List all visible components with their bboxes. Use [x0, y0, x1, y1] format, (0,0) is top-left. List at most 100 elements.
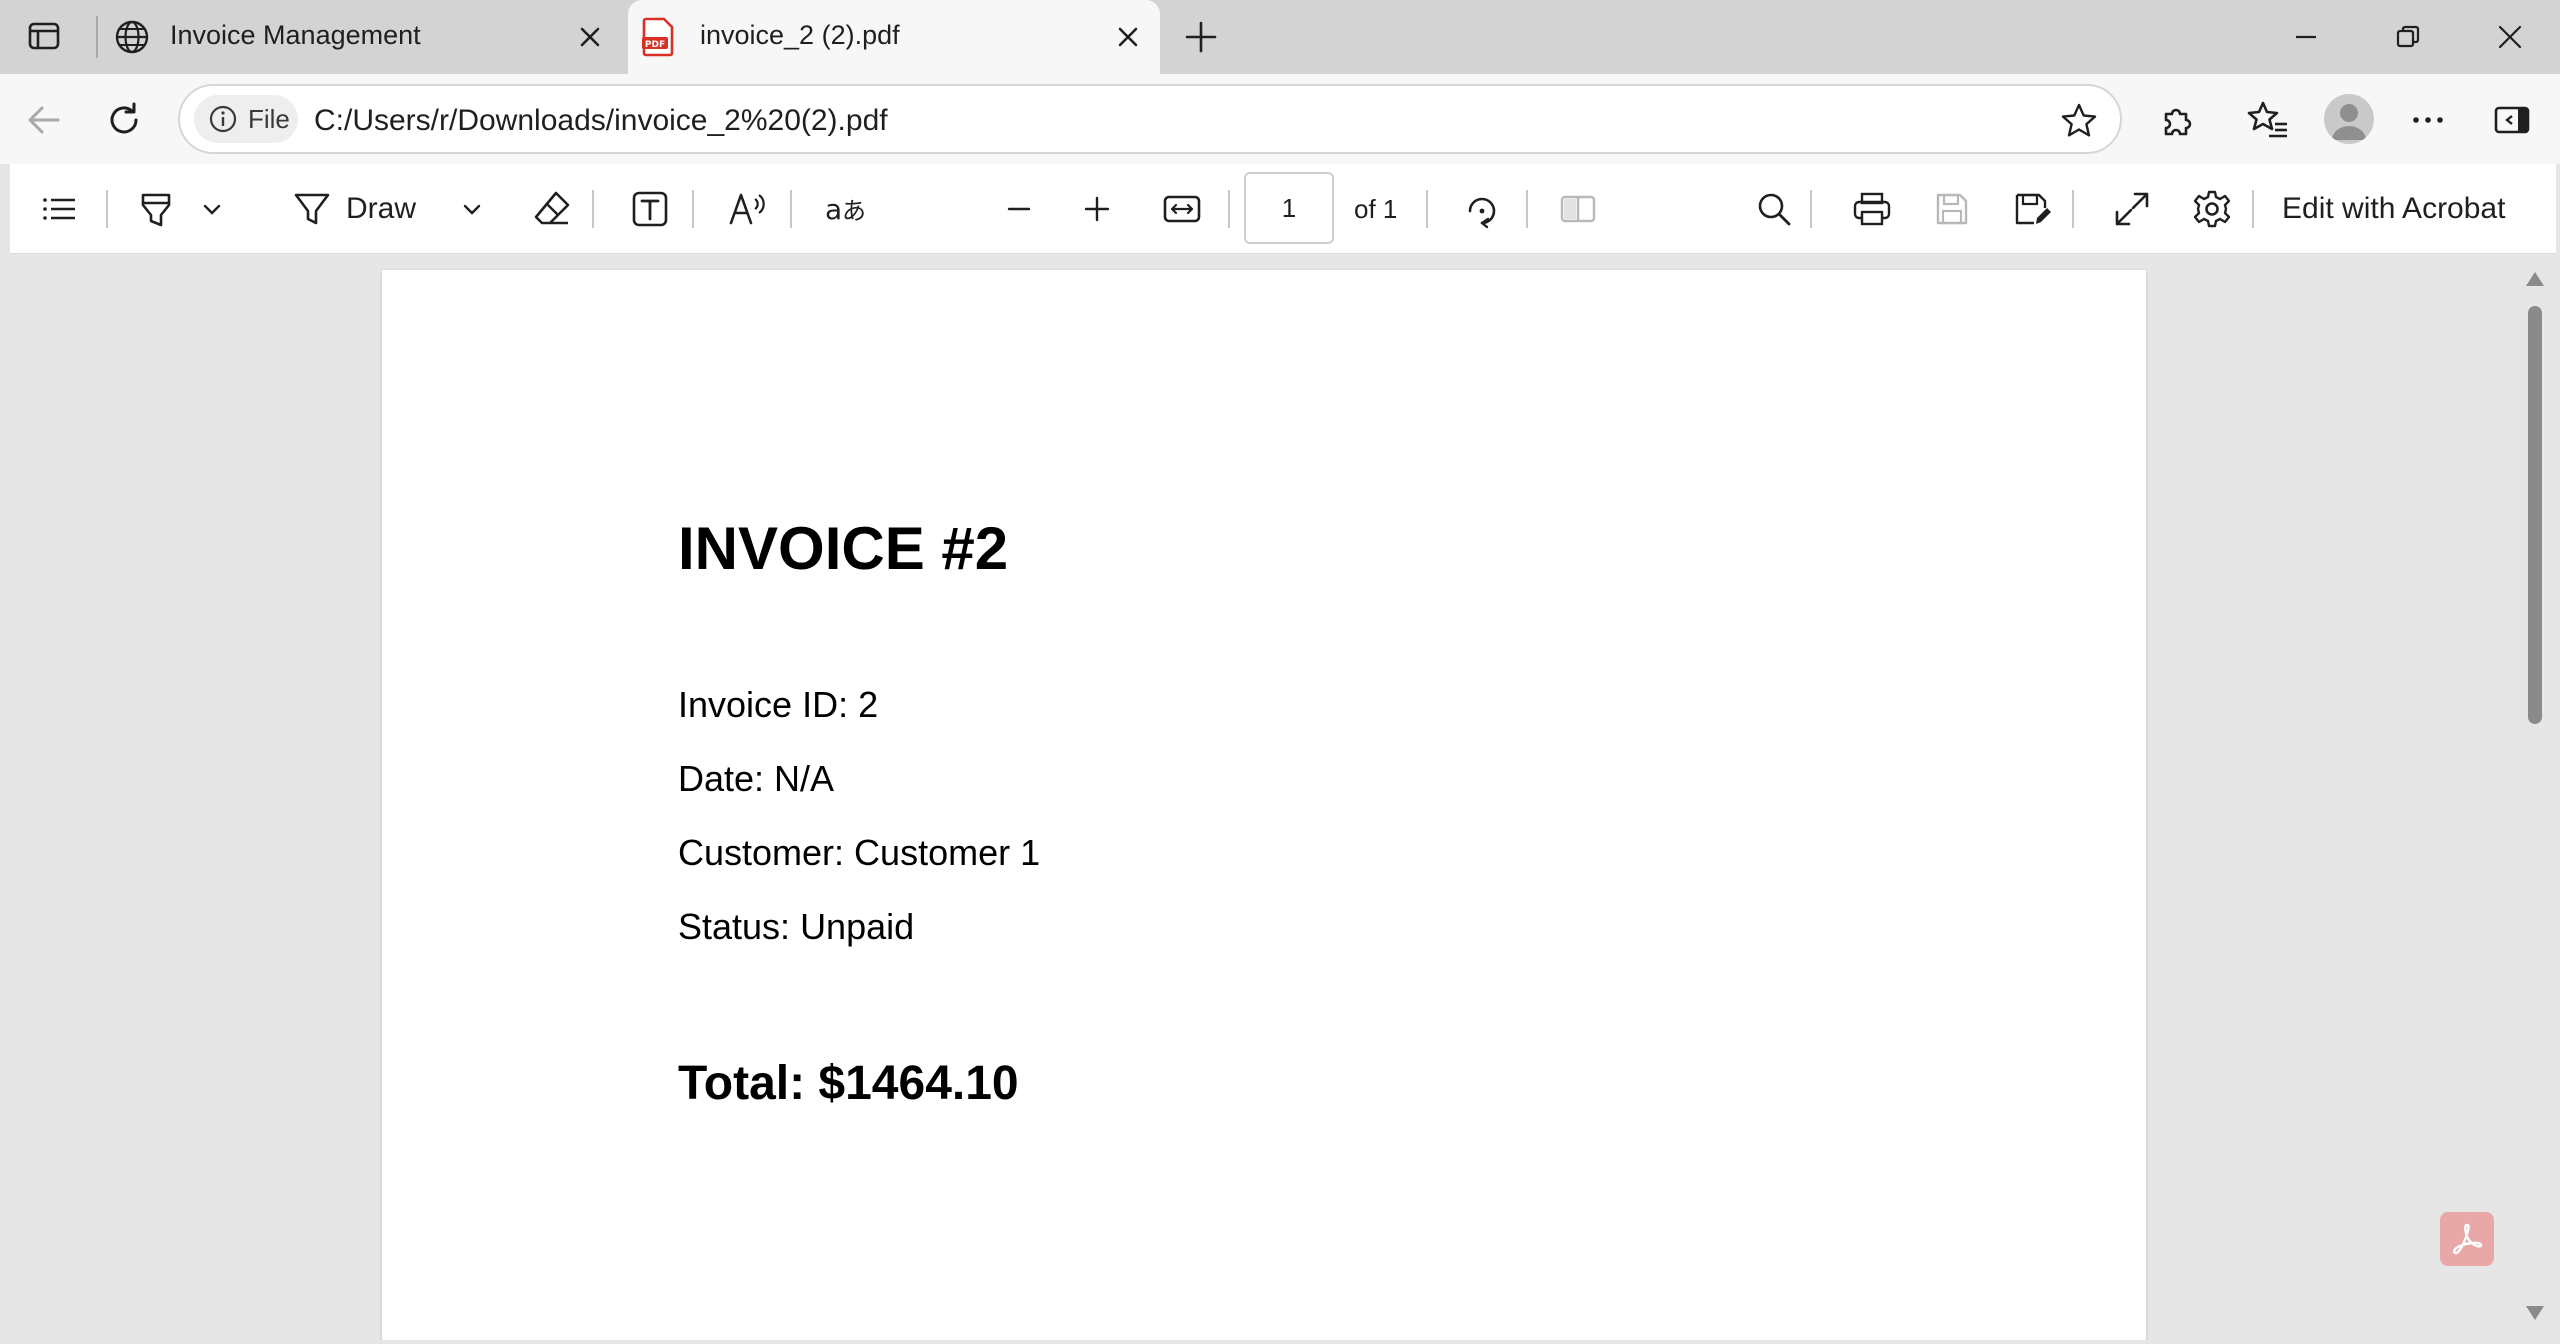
edit-with-acrobat-button[interactable]: Edit with Acrobat: [2282, 184, 2542, 234]
draw-button[interactable]: Draw: [346, 184, 432, 234]
add-text-button[interactable]: [620, 184, 680, 234]
new-tab-button[interactable]: [1178, 14, 1224, 60]
close-icon: [2498, 25, 2522, 49]
navigation-bar: File C:/Users/r/Downloads/invoice_2%20(2…: [0, 74, 2560, 164]
tab-strip: Invoice Management PDF invoice_2 (2).pdf: [0, 0, 2560, 74]
pen-icon: [294, 193, 330, 225]
translate-button[interactable]: aあ: [816, 184, 876, 234]
gear-icon: [2193, 190, 2231, 228]
svg-text:PDF: PDF: [645, 40, 665, 50]
toolbar-separator: [106, 190, 108, 228]
scroll-up-arrow-icon[interactable]: [2526, 272, 2544, 286]
sidebar-icon: [2494, 106, 2530, 134]
url-text[interactable]: C:/Users/r/Downloads/invoice_2%20(2).pdf: [314, 104, 888, 138]
toolbar-separator: [592, 190, 594, 228]
zoom-in-button[interactable]: [1072, 184, 1122, 234]
close-icon[interactable]: [1108, 17, 1148, 57]
settings-button[interactable]: [2184, 184, 2240, 234]
edit-with-acrobat-label: Edit with Acrobat: [2282, 192, 2506, 225]
close-icon[interactable]: [570, 17, 610, 57]
eraser-icon: [534, 191, 570, 225]
highlight-options-button[interactable]: [194, 184, 230, 234]
more-menu-button[interactable]: [2402, 94, 2454, 146]
highlighter-icon: [141, 193, 171, 227]
vertical-scrollbar[interactable]: [2512, 254, 2556, 1340]
toolbar-separator: [1426, 190, 1428, 228]
toolbar-separator: [790, 190, 792, 228]
sidebar-panel-icon: [28, 22, 60, 50]
minus-icon: [1007, 207, 1031, 211]
site-info-button[interactable]: File: [194, 95, 298, 143]
tab-invoice-management[interactable]: Invoice Management: [102, 0, 622, 74]
ellipsis-icon: [2413, 117, 2443, 123]
save-icon: [1936, 193, 1968, 225]
back-button[interactable]: [18, 94, 70, 146]
two-page-icon: [1560, 195, 1596, 223]
person-icon: [2332, 104, 2366, 140]
save-button[interactable]: [1924, 184, 1980, 234]
toolbar-separator: [2072, 190, 2074, 228]
tab-invoice-pdf[interactable]: PDF invoice_2 (2).pdf: [628, 0, 1160, 74]
read-aloud-button[interactable]: [718, 184, 778, 234]
print-button[interactable]: [1844, 184, 1900, 234]
puzzle-icon: [2164, 108, 2192, 136]
rotate-icon: [1468, 197, 1496, 229]
invoice-total: Total: $1464.10: [678, 1057, 1019, 1110]
favorites-button[interactable]: [2242, 94, 2294, 146]
pdf-page: INVOICE #2 Invoice ID: 2 Date: N/A Custo…: [382, 270, 2146, 1340]
refresh-icon: [110, 102, 138, 134]
tab-title: invoice_2 (2).pdf: [700, 20, 900, 50]
page-view-button[interactable]: [1550, 184, 1606, 234]
contents-button[interactable]: [34, 184, 84, 234]
refresh-button[interactable]: [98, 94, 150, 146]
erase-button[interactable]: [522, 184, 582, 234]
tab-actions-button[interactable]: [20, 16, 68, 56]
restore-button[interactable]: [2378, 14, 2438, 60]
globe-icon: [112, 17, 152, 57]
invoice-customer-line: Customer: Customer 1: [678, 832, 1041, 873]
close-window-button[interactable]: [2480, 14, 2540, 60]
arrow-left-icon: [28, 106, 60, 134]
fit-to-width-button[interactable]: [1154, 184, 1210, 234]
acrobat-button[interactable]: [2440, 1212, 2494, 1266]
save-as-button[interactable]: [2004, 184, 2060, 234]
svg-text:a: a: [825, 193, 842, 226]
toolbar-separator: [1228, 190, 1230, 228]
profile-avatar[interactable]: [2324, 94, 2374, 144]
page-count-label: of 1: [1354, 194, 1398, 224]
read-aloud-icon: [729, 193, 765, 225]
chevron-down-icon: [463, 204, 481, 215]
chevron-down-icon: [203, 204, 221, 215]
info-icon: [209, 105, 237, 133]
draw-label: Draw: [346, 192, 417, 225]
restore-icon: [2396, 25, 2420, 48]
pdf-viewer: INVOICE #2 Invoice ID: 2 Date: N/A Custo…: [10, 254, 2556, 1340]
invoice-id-line: Invoice ID: 2: [678, 684, 879, 725]
scrollbar-thumb[interactable]: [2528, 306, 2542, 724]
address-bar[interactable]: File C:/Users/r/Downloads/invoice_2%20(2…: [178, 84, 2122, 154]
full-screen-button[interactable]: [2104, 184, 2160, 234]
text-box-icon: [632, 191, 668, 227]
plus-icon: [1084, 196, 1110, 222]
page-number-input[interactable]: 1: [1244, 172, 1334, 244]
toolbar-separator: [2252, 190, 2254, 228]
tab-separator: [96, 16, 98, 58]
toolbar-separator: [692, 190, 694, 228]
minimize-icon: [2296, 35, 2316, 39]
sidebar-toggle-button[interactable]: [2486, 94, 2538, 146]
list-icon: [43, 198, 75, 220]
favorite-button[interactable]: [2058, 100, 2100, 142]
scroll-down-arrow-icon[interactable]: [2526, 1306, 2544, 1320]
minimize-button[interactable]: [2276, 14, 2336, 60]
pdf-file-icon: PDF: [638, 17, 678, 57]
draw-options-button[interactable]: [454, 184, 490, 234]
extensions-button[interactable]: [2152, 94, 2204, 146]
svg-text:あ: あ: [842, 197, 866, 225]
highlight-button[interactable]: [132, 184, 182, 234]
rotate-button[interactable]: [1454, 184, 1510, 234]
zoom-out-button[interactable]: [994, 184, 1044, 234]
draw-icon-button[interactable]: [282, 184, 342, 234]
acrobat-icon: [2452, 1223, 2483, 1255]
find-button[interactable]: [1746, 184, 1802, 234]
search-icon: [1758, 193, 1791, 226]
